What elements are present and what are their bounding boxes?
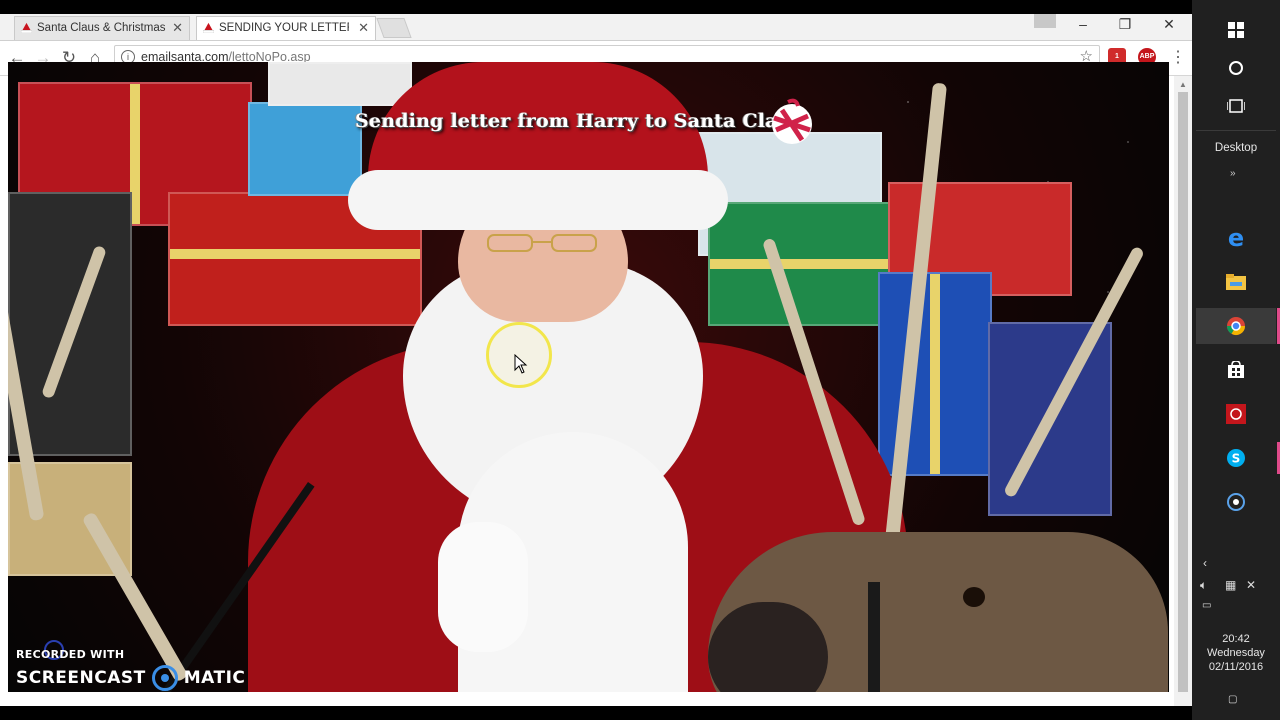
extension-badge: 1 — [1115, 53, 1119, 60]
skype-icon[interactable]: S — [1216, 442, 1256, 474]
santa-hat-fur — [348, 170, 728, 230]
network-icon[interactable]: ✕ — [1246, 578, 1256, 592]
taskbar-divider — [1196, 130, 1276, 131]
thumbs-up-glove — [438, 522, 528, 652]
cortana-search-icon[interactable] — [1216, 52, 1256, 84]
volume-icon[interactable]: 🔈︎ — [1200, 578, 1207, 593]
snowman-present — [248, 102, 362, 196]
reindeer-nose — [708, 602, 828, 692]
page-title: Sending letter from Harry to Santa Claus — [355, 110, 803, 132]
mouse-pointer-icon — [514, 354, 528, 374]
present-top-stack — [268, 62, 412, 106]
desktop-toolbar-label[interactable]: Desktop — [1192, 142, 1280, 154]
store-icon[interactable] — [1216, 354, 1256, 386]
clock-time: 20:42 — [1222, 633, 1250, 645]
profile-icon[interactable] — [1034, 14, 1056, 28]
screencast-watermark: RECORDED WITH SCREENCAST MATIC — [16, 648, 245, 691]
notifications-icon[interactable]: ▢ — [1228, 694, 1237, 705]
watermark-brand-left: SCREENCAST — [16, 668, 146, 688]
red-app-icon[interactable] — [1216, 398, 1256, 430]
tab-strip: Santa Claus & Christmas ✕ SENDING YOUR L… — [0, 14, 1192, 41]
tab-label: Santa Claus & Christmas — [37, 22, 166, 34]
clock-date: 02/11/2016 — [1208, 661, 1264, 673]
adblock-label: ABP — [1139, 53, 1155, 60]
santa-letter-page: Sending letter from Harry to Santa Claus… — [8, 62, 1169, 692]
santa-hat-favicon-icon — [203, 22, 214, 33]
santa-hat-favicon-icon — [21, 22, 32, 33]
edge-browser-icon[interactable]: e — [1216, 222, 1256, 254]
watermark-line1: RECORDED WITH — [16, 648, 125, 661]
close-window-icon[interactable]: ✕ — [1148, 14, 1190, 36]
battery-icon[interactable]: ▭ — [1202, 600, 1211, 611]
file-explorer-icon[interactable] — [1216, 266, 1256, 298]
keyboard-icon[interactable]: ▦ — [1225, 578, 1236, 592]
tab-label: SENDING YOUR LETTER — [219, 22, 349, 34]
tab-santa-claus-christmas[interactable]: Santa Claus & Christmas ✕ — [14, 16, 190, 40]
svg-text:S: S — [1232, 452, 1241, 466]
tab-close-icon[interactable]: ✕ — [172, 17, 183, 39]
chrome-taskbar-icon[interactable] — [1196, 308, 1276, 344]
browser-menu-icon[interactable]: ⋮ — [1170, 47, 1186, 67]
scroll-up-icon[interactable]: ▲ — [1179, 80, 1187, 89]
maximize-icon[interactable]: ❐ — [1104, 14, 1146, 36]
reindeer-eye — [963, 587, 985, 607]
tab-close-icon[interactable]: ✕ — [358, 17, 369, 39]
page-scrollbar[interactable]: ▲ — [1174, 76, 1192, 706]
watermark-brand-right: MATIC — [183, 668, 246, 688]
santa-glasses — [487, 234, 597, 252]
minimize-icon[interactable]: – — [1062, 14, 1104, 36]
candy-cane-icon — [772, 98, 812, 144]
desktop-expand-chevron-icon[interactable]: » — [1230, 168, 1236, 179]
screencast-o-matic-icon[interactable] — [1216, 486, 1256, 518]
task-view-icon[interactable] — [1216, 90, 1256, 122]
tab-sending-your-letter[interactable]: SENDING YOUR LETTER ✕ — [196, 16, 376, 40]
windows-start-icon[interactable] — [1216, 14, 1256, 46]
screencast-logo-icon — [151, 665, 178, 691]
clock-day: Wednesday — [1207, 647, 1265, 659]
taskbar-clock[interactable]: 20:42 Wednesday 02/11/2016 — [1192, 632, 1280, 674]
scrollbar-thumb[interactable] — [1178, 92, 1188, 692]
reindeer-halter — [868, 582, 880, 692]
new-tab-button[interactable] — [376, 18, 412, 38]
tray-expand-chevron-icon[interactable]: ‹ — [1203, 556, 1207, 570]
green-present — [708, 202, 902, 326]
